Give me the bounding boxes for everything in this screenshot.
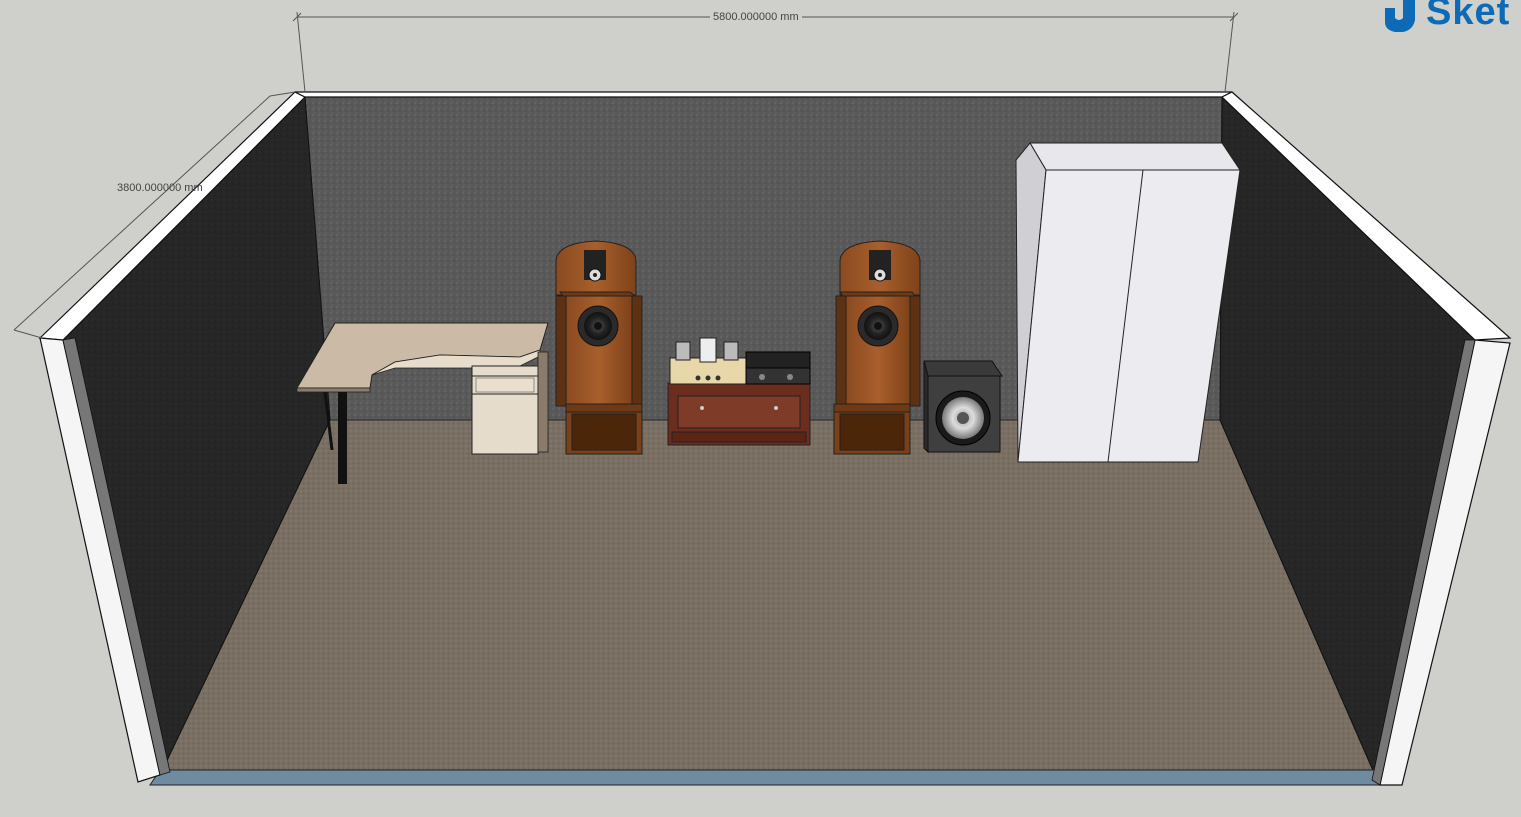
sketchup-logo-icon (1385, 0, 1415, 32)
tube-amplifier (669, 337, 747, 385)
width-dimension-label: 5800.000000 mm (710, 11, 802, 23)
logo-text: Sket (1426, 0, 1511, 33)
right-floorstanding-speaker (833, 240, 921, 455)
floor-edge (149, 769, 1381, 786)
media-cabinet (667, 382, 811, 446)
depth-dimension-label: 3800.000000 mm (117, 182, 203, 194)
subwoofer (923, 360, 1003, 454)
sketchup-viewport[interactable]: 5800.000000 mm 3800.000000 mm Sket (0, 0, 1521, 817)
sketchup-logo: Sket (1420, 0, 1510, 36)
left-floorstanding-speaker (555, 240, 643, 455)
width-dimension (292, 11, 1239, 93)
back-wall-top (294, 91, 1233, 98)
integrated-amplifier (745, 351, 811, 385)
